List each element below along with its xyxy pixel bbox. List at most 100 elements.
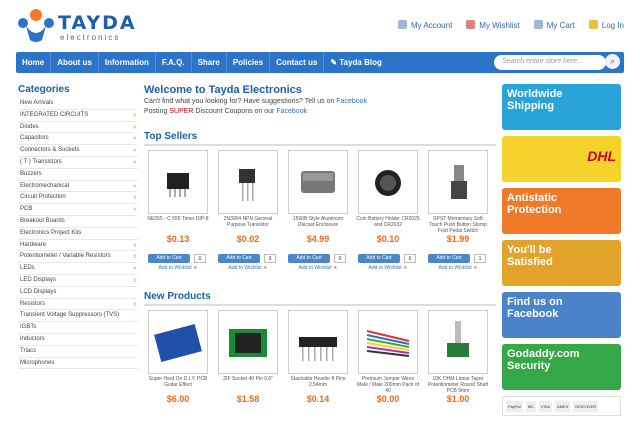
promo-banner[interactable]: Antistatic Protection <box>502 188 621 234</box>
product-name[interactable]: Super Hard On D.I.Y. PCB Guitar Effect <box>146 376 210 388</box>
my-account-link[interactable]: My Account <box>397 20 452 30</box>
product-image[interactable] <box>428 150 488 214</box>
category-item[interactable]: Electronics Project Kits <box>18 228 138 240</box>
quantity-input[interactable]: 0 <box>404 254 416 263</box>
right-banners: Worldwide Shipping DHL Antistatic Protection… <box>502 84 621 416</box>
product-name[interactable]: 10K OHM Linear Taper Potentiometer Round… <box>426 376 490 394</box>
category-item[interactable]: Buzzers <box>18 169 138 181</box>
category-item[interactable]: Potentiometer / Variable Resistors › <box>18 251 138 264</box>
nav-home[interactable]: Home <box>16 52 52 73</box>
product-image[interactable] <box>148 310 208 374</box>
category-item[interactable]: Breakout Boards <box>18 216 138 228</box>
search-icon[interactable]: ⌕ <box>605 54 620 69</box>
nav-tayda-blog[interactable]: ✎ Tayda Blog <box>324 52 387 73</box>
promo-banner[interactable]: Worldwide Shipping <box>502 84 621 130</box>
quantity-input[interactable]: 1 <box>474 254 486 263</box>
facebook-link-2[interactable]: Facebook <box>276 108 307 115</box>
promo-banner[interactable]: You'll be Satisfied <box>502 240 621 286</box>
category-item[interactable]: Hardware › <box>18 240 138 252</box>
nav-share[interactable]: Share <box>192 52 227 73</box>
category-item[interactable]: ( T ) Transistors › <box>18 157 138 169</box>
category-item[interactable]: Resistors › <box>18 299 138 311</box>
quantity-input[interactable]: 0 <box>334 254 346 263</box>
category-item[interactable]: Microphones <box>18 358 138 370</box>
product-card[interactable]: 1590B Style Aluminum Diecast Enclosure $4… <box>286 150 350 276</box>
promo-banner[interactable]: Find us on Facebook <box>502 292 621 338</box>
category-item[interactable]: Transient Voltage Suppressors (TVS) <box>18 310 138 323</box>
product-price: $1.58 <box>236 394 260 404</box>
my-cart-link[interactable]: My Cart <box>533 20 575 30</box>
category-item[interactable]: IGBTs <box>18 322 138 334</box>
category-item[interactable]: Inductors <box>18 334 138 346</box>
quantity-input[interactable]: 0 <box>264 254 276 263</box>
nav-policies[interactable]: Policies <box>227 52 271 73</box>
add-to-cart-button[interactable]: Add to Cart <box>288 254 330 263</box>
product-card[interactable]: NE555 - C 555 Timer DIP-8 $0.13 Add to Car… <box>146 150 210 276</box>
chevron-right-icon: › <box>133 265 136 273</box>
product-card[interactable]: Super Hard On D.I.Y. PCB Guitar Effect $6… <box>146 310 210 436</box>
category-item[interactable]: Circuit Protection › <box>18 192 138 205</box>
category-item[interactable]: Electromechanical › <box>18 181 138 193</box>
product-card[interactable]: Premium Jumper Wires Male / Male 200mm P… <box>356 310 420 436</box>
add-to-cart-button[interactable]: Add to Cart <box>148 254 190 263</box>
product-name[interactable]: Coin Battery Holder CR2025 and CR2032 <box>356 216 420 228</box>
category-item[interactable]: Connectors & Sockets › <box>18 145 138 157</box>
promo-banner[interactable]: DHL <box>502 136 621 182</box>
product-card[interactable]: Coin Battery Holder CR2025 and CR2032 $0.… <box>356 150 420 276</box>
add-to-wishlist-link[interactable]: Add to Wishlist ★ <box>356 265 420 271</box>
product-card[interactable]: Stackable Header 8 Pins 2.54mm $0.14 <box>286 310 350 436</box>
category-item[interactable]: LED Displays › <box>18 275 138 287</box>
product-image[interactable] <box>358 150 418 214</box>
product-card[interactable]: SPST Momentary Soft Touch Push Button St… <box>426 150 490 276</box>
product-name[interactable]: NE555 - C 555 Timer DIP-8 <box>146 216 210 222</box>
add-to-wishlist-link[interactable]: Add to Wishlist ★ <box>146 265 210 271</box>
add-to-wishlist-link[interactable]: Add to Wishlist ★ <box>426 265 490 271</box>
facebook-link[interactable]: Facebook <box>336 98 367 105</box>
nav-about-us[interactable]: About us <box>51 52 99 73</box>
add-to-wishlist-link[interactable]: Add to Wishlist ★ <box>286 265 350 271</box>
product-name[interactable]: SPST Momentary Soft Touch Push Button St… <box>426 216 490 234</box>
my-wishlist-link[interactable]: My Wishlist <box>466 20 520 30</box>
product-card[interactable]: 2N3904 NPN General Purpose Transistor $0.… <box>216 150 280 276</box>
nav-information[interactable]: Information <box>99 52 156 73</box>
add-to-cart-button[interactable]: Add to Cart <box>428 254 470 263</box>
category-label: Connectors & Sockets <box>20 147 80 154</box>
login-link[interactable]: Log In <box>588 20 624 30</box>
chevron-right-icon: › <box>133 111 136 119</box>
product-image[interactable] <box>218 150 278 214</box>
nav-faq[interactable]: F.A.Q. <box>156 52 192 73</box>
product-name[interactable]: 1590B Style Aluminum Diecast Enclosure <box>286 216 350 228</box>
quantity-input[interactable]: 0 <box>194 254 206 263</box>
product-card[interactable]: 10K OHM Linear Taper Potentiometer Round… <box>426 310 490 436</box>
category-item[interactable]: LCD Displays <box>18 287 138 299</box>
product-name[interactable]: ZIF Socket 40 Pin 0.6" <box>216 376 280 382</box>
category-item[interactable]: New Arrivals <box>18 98 138 110</box>
wishlist-label: Add to Wishlist <box>158 265 192 271</box>
product-image[interactable] <box>288 310 348 374</box>
product-name[interactable]: Premium Jumper Wires Male / Male 200mm P… <box>356 376 420 394</box>
add-to-cart-button[interactable]: Add to Cart <box>358 254 400 263</box>
category-item[interactable]: Triacs <box>18 346 138 358</box>
tayda-logo[interactable]: TAYDA electronics <box>16 8 136 44</box>
product-image[interactable] <box>288 150 348 214</box>
category-item[interactable]: LEDs › <box>18 263 138 275</box>
add-to-wishlist-link[interactable]: Add to Wishlist ★ <box>216 265 280 271</box>
product-card[interactable]: ZIF Socket 40 Pin 0.6" $1.58 <box>216 310 280 436</box>
category-item[interactable]: INTEGRATED CIRCUITS › <box>18 110 138 122</box>
search-input[interactable]: Search entire store here... <box>494 55 606 70</box>
product-name[interactable]: Stackable Header 8 Pins 2.54mm <box>286 376 350 388</box>
nav-contact-us[interactable]: Contact us <box>270 52 325 73</box>
product-name[interactable]: 2N3904 NPN General Purpose Transistor <box>216 216 280 228</box>
product-image[interactable] <box>148 150 208 214</box>
payment-logo: PayPal <box>506 400 523 412</box>
product-image[interactable] <box>358 310 418 374</box>
add-to-cart-button[interactable]: Add to Cart <box>218 254 260 263</box>
category-item[interactable]: Diodes › <box>18 122 138 134</box>
banner-line-2: Satisfied <box>507 256 553 268</box>
promo-banner[interactable]: Godaddy.com Security <box>502 344 621 390</box>
product-image[interactable] <box>218 310 278 374</box>
category-label: LED Displays <box>20 276 57 283</box>
category-item[interactable]: PCB › <box>18 204 138 216</box>
category-item[interactable]: Capacitors › <box>18 133 138 146</box>
product-image[interactable] <box>428 310 488 374</box>
